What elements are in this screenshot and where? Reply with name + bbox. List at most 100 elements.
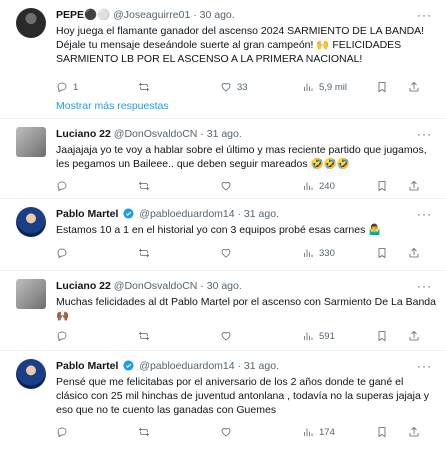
share-button[interactable] [408, 246, 420, 260]
tweet-actions: 330 [56, 246, 436, 260]
share-icon [409, 330, 419, 341]
heart-icon [221, 428, 231, 437]
views-button[interactable]: 174 [302, 425, 335, 439]
author-name[interactable]: PEPE⚫️⚪️ [56, 9, 110, 21]
bookmark-button[interactable] [376, 329, 388, 343]
tweet[interactable]: Luciano 22 @DonOsvaldoCN · 31 ago. ··· J… [0, 119, 446, 197]
views-icon [304, 332, 313, 340]
author-name[interactable]: Luciano 22 [56, 128, 111, 140]
avatar[interactable] [16, 359, 46, 389]
repost-button[interactable] [138, 179, 155, 193]
tweet[interactable]: Pablo Martel @pabloeduardom14 · 31 ago. … [0, 351, 446, 449]
repost-icon [138, 248, 150, 258]
author-handle[interactable]: @pabloeduardom14 [139, 208, 234, 220]
timestamp[interactable]: · 31 ago. [238, 360, 279, 372]
views-count: 591 [319, 330, 335, 342]
reply-button[interactable]: 1 [56, 80, 78, 94]
bookmark-button[interactable] [376, 246, 388, 260]
tweet-text: Pensé que me felicitabas por el aniversa… [56, 376, 429, 416]
reply-icon [57, 82, 67, 93]
reply-count: 1 [73, 81, 79, 93]
timestamp[interactable]: · 30 ago. [193, 9, 234, 21]
views-button[interactable]: 591 [302, 329, 335, 343]
heart-icon [221, 182, 231, 191]
author-handle[interactable]: @Joseaguirre01 [113, 9, 190, 21]
tweet-text: Muchas felicidades al dt Pablo Martel po… [56, 296, 436, 322]
share-button[interactable] [408, 329, 420, 343]
views-button[interactable]: 240 [302, 179, 335, 193]
repost-button[interactable] [138, 425, 155, 439]
avatar[interactable] [16, 8, 46, 38]
show-more-replies-link[interactable]: Mostrar más respuestas [56, 100, 169, 112]
views-button[interactable]: 5,9 mil [302, 80, 347, 94]
bookmark-button[interactable] [376, 179, 388, 193]
repost-button[interactable] [138, 80, 155, 94]
share-button[interactable] [408, 425, 420, 439]
author-name[interactable]: Pablo Martel [56, 360, 118, 372]
heart-icon [221, 83, 231, 92]
more-options-icon[interactable]: ··· [417, 280, 432, 292]
share-icon [409, 247, 419, 258]
timestamp[interactable]: · 31 ago. [200, 128, 241, 140]
tweet-header: Luciano 22 @DonOsvaldoCN · 30 ago. [56, 280, 242, 293]
share-icon [409, 81, 419, 92]
like-button[interactable] [220, 329, 237, 343]
more-options-icon[interactable]: ··· [417, 9, 432, 21]
author-name[interactable]: Pablo Martel [56, 208, 118, 220]
repost-button[interactable] [138, 329, 155, 343]
like-button[interactable] [220, 425, 237, 439]
more-options-icon[interactable]: ··· [417, 208, 432, 220]
avatar[interactable] [16, 127, 46, 157]
reply-button[interactable] [56, 179, 73, 193]
reply-button[interactable] [56, 246, 73, 260]
author-handle[interactable]: @DonOsvaldoCN [114, 280, 198, 292]
avatar[interactable] [16, 279, 46, 309]
bookmark-icon [378, 331, 386, 342]
views-count: 330 [319, 247, 335, 259]
bookmark-button[interactable] [376, 425, 388, 439]
more-options-icon[interactable]: ··· [417, 128, 432, 140]
repost-icon [138, 331, 150, 341]
reply-button[interactable] [56, 329, 73, 343]
like-count: 33 [237, 81, 248, 93]
tweet-actions: 240 [56, 179, 436, 193]
share-icon [409, 426, 419, 437]
like-button[interactable] [220, 179, 237, 193]
timestamp[interactable]: · 31 ago. [238, 208, 279, 220]
timestamp[interactable]: · 30 ago. [200, 280, 241, 292]
repost-icon [138, 427, 150, 437]
share-button[interactable] [408, 179, 420, 193]
views-button[interactable]: 330 [302, 246, 335, 260]
avatar[interactable] [16, 207, 46, 237]
like-button[interactable]: 33 [220, 80, 248, 94]
repost-button[interactable] [138, 246, 155, 260]
reply-button[interactable] [56, 425, 73, 439]
share-button[interactable] [408, 80, 420, 94]
author-handle[interactable]: @DonOsvaldoCN [114, 128, 198, 140]
tweet-actions: 591 [56, 329, 436, 343]
tweet[interactable]: Pablo Martel @pabloeduardom14 · 31 ago. … [0, 199, 446, 269]
tweet-header: Luciano 22 @DonOsvaldoCN · 31 ago. [56, 128, 242, 141]
bookmark-icon [378, 181, 386, 192]
bookmark-icon [378, 248, 386, 259]
reply-icon [57, 248, 67, 259]
tweet[interactable]: Luciano 22 @DonOsvaldoCN · 30 ago. ··· M… [0, 271, 446, 349]
views-count: 174 [319, 426, 335, 438]
tweet[interactable]: PEPE⚫️⚪️ @Joseaguirre01 · 30 ago. ··· Ho… [0, 0, 446, 96]
author-handle[interactable]: @pabloeduardom14 [139, 360, 234, 372]
reply-icon [57, 331, 67, 342]
more-options-icon[interactable]: ··· [417, 360, 432, 372]
verified-badge-icon [123, 208, 134, 219]
repost-icon [138, 181, 150, 191]
views-count: 240 [319, 180, 335, 192]
author-name[interactable]: Luciano 22 [56, 280, 111, 292]
bookmark-button[interactable] [376, 80, 388, 94]
views-icon [304, 428, 313, 436]
heart-icon [221, 332, 231, 341]
tweet-text: Jaajajaja yo te voy a hablar sobre el úl… [56, 144, 427, 170]
views-icon [304, 249, 313, 257]
like-button[interactable] [220, 246, 237, 260]
bookmark-icon [378, 82, 386, 93]
bookmark-icon [378, 427, 386, 438]
tweet-actions: 174 [56, 425, 436, 439]
